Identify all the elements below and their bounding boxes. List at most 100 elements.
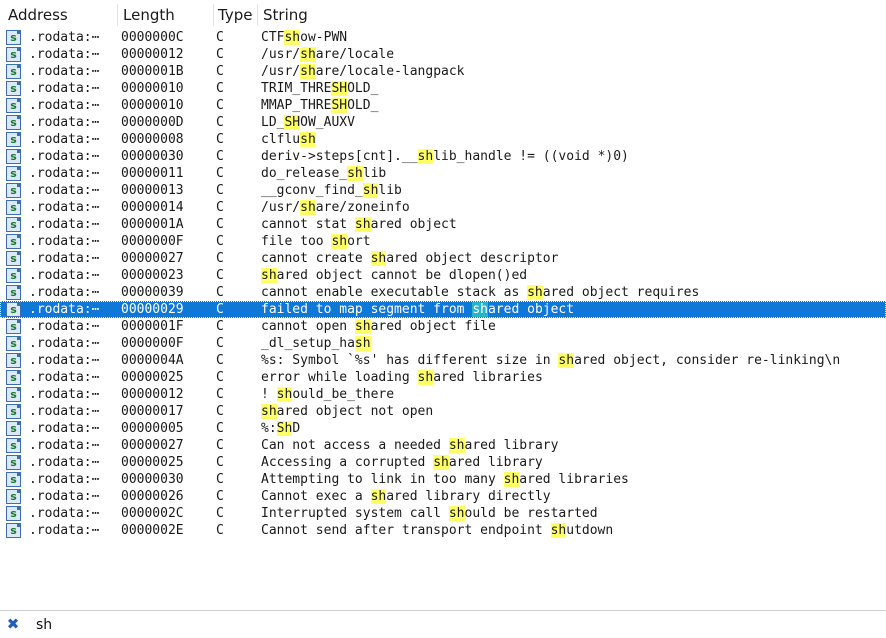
string-row[interactable]: s .rodata:⋯ 00000017 Cshared object not ope…: [0, 403, 886, 420]
string-row[interactable]: s .rodata:⋯ 00000012 C/usr/share/locale: [0, 46, 886, 63]
string-row[interactable]: s .rodata:⋯ 0000001A Ccannot stat shared ob…: [0, 216, 886, 233]
string-cell: MMAP_THRESHOLD_: [261, 98, 379, 113]
type-cell: C: [216, 370, 224, 385]
string-cell: cannot stat shared object: [261, 217, 457, 232]
column-divider[interactable]: [117, 4, 118, 26]
address-cell: .rodata:⋯: [29, 370, 100, 385]
string-s-icon: s: [6, 149, 21, 164]
search-match-highlight: sh: [370, 489, 387, 504]
close-icon[interactable]: ✖: [5, 615, 21, 633]
string-row[interactable]: s .rodata:⋯ 00000014 C/usr/share/zoneinfo: [0, 199, 886, 216]
string-cell: Accessing a corrupted shared library: [261, 455, 543, 470]
row-icon-cell: s: [6, 403, 24, 420]
string-cell: Attempting to link in too many shared li…: [261, 472, 629, 487]
string-cell: %:ShD: [261, 421, 301, 436]
string-s-icon: s: [6, 81, 21, 96]
search-match-highlight: sh: [261, 404, 277, 419]
search-match-highlight: sh: [503, 472, 520, 487]
string-row[interactable]: s .rodata:⋯ 0000000F C _dl_setup_hash: [0, 335, 886, 352]
string-row[interactable]: s .rodata:⋯ 00000008 Cclflush: [0, 131, 886, 148]
string-row[interactable]: s .rodata:⋯ 0000000C C CTFshow-PWN: [0, 29, 886, 46]
string-cell: failed to map segment from shared object: [261, 302, 575, 317]
string-row[interactable]: s .rodata:⋯ 0000001F Ccannot open shared ob…: [0, 318, 886, 335]
string-row[interactable]: s .rodata:⋯ 00000027 Ccannot create shared …: [0, 250, 886, 267]
search-match-highlight: sh: [331, 234, 348, 249]
string-row[interactable]: s .rodata:⋯ 0000000F Cfile too short: [0, 233, 886, 250]
address-cell: .rodata:⋯: [29, 166, 100, 181]
length-cell: 0000001B: [121, 64, 184, 79]
string-s-icon: s: [6, 217, 21, 232]
string-s-icon: s: [6, 183, 21, 198]
string-row[interactable]: s .rodata:⋯ 00000030 Cderiv->steps[cnt].__s…: [0, 148, 886, 165]
string-s-icon: s: [6, 302, 21, 317]
type-cell: C: [216, 30, 224, 45]
string-row[interactable]: s .rodata:⋯ 0000002E C Cannot send after tra…: [0, 522, 886, 539]
string-row[interactable]: s .rodata:⋯ 0000004A C %s: Symbol `%s' has d…: [0, 352, 886, 369]
row-icon-cell: s: [6, 301, 24, 318]
column-header-type[interactable]: Type: [218, 0, 258, 28]
string-cell: shared object cannot be dlopen()ed: [261, 268, 528, 283]
string-row[interactable]: s .rodata:⋯ 0000002C C Interrupted system ca…: [0, 505, 886, 522]
string-row[interactable]: s .rodata:⋯ 00000029 Cfailed to map segment…: [0, 301, 886, 318]
string-row[interactable]: s .rodata:⋯ 00000011 Cdo_release_shlib: [0, 165, 886, 182]
search-match-highlight: sh: [527, 285, 543, 300]
length-cell: 0000001A: [121, 217, 184, 232]
address-cell: .rodata:⋯: [29, 132, 100, 147]
length-cell: 0000000D: [121, 115, 184, 130]
type-cell: C: [216, 438, 224, 453]
search-match-highlight: sh: [300, 200, 316, 215]
search-match-highlight: sh: [354, 217, 371, 232]
length-cell: 00000039: [121, 285, 184, 300]
address-cell: .rodata:⋯: [29, 47, 100, 62]
column-divider[interactable]: [257, 4, 258, 26]
string-row[interactable]: s .rodata:⋯ 00000013 C __gconv_find_shlib: [0, 182, 886, 199]
string-row[interactable]: s .rodata:⋯ 00000025 Cerror while loading s…: [0, 369, 886, 386]
string-cell: ! should_be_there: [261, 387, 395, 402]
length-cell: 0000001F: [121, 319, 184, 334]
string-row[interactable]: s .rodata:⋯ 0000001B C/usr/share/locale-lan…: [0, 63, 886, 80]
type-cell: C: [216, 404, 224, 419]
string-s-icon: s: [6, 353, 21, 368]
search-match-highlight: sh: [300, 64, 316, 79]
string-row[interactable]: s .rodata:⋯ 00000027 C Can not access a need…: [0, 437, 886, 454]
string-cell: cannot create shared object descriptor: [261, 251, 559, 266]
string-cell: /usr/share/locale-langpack: [261, 64, 465, 79]
length-cell: 0000002C: [121, 506, 184, 521]
string-row[interactable]: s .rodata:⋯ 00000023 Cshared object cannot …: [0, 267, 886, 284]
string-cell: /usr/share/locale: [261, 47, 395, 62]
row-icon-cell: s: [6, 165, 24, 182]
search-match-highlight: sh: [276, 387, 293, 402]
string-cell: __gconv_find_shlib: [261, 183, 402, 198]
length-cell: 00000025: [121, 455, 184, 470]
length-cell: 00000013: [121, 183, 184, 198]
string-s-icon: s: [6, 438, 21, 453]
string-s-icon: s: [6, 115, 21, 130]
length-cell: 0000000F: [121, 234, 184, 249]
string-s-icon: s: [6, 30, 21, 45]
string-cell: file too short: [261, 234, 371, 249]
search-match-highlight: sh: [354, 319, 371, 334]
row-icon-cell: s: [6, 199, 24, 216]
address-cell: .rodata:⋯: [29, 472, 100, 487]
string-row[interactable]: s .rodata:⋯ 00000010 C MMAP_THRESHOLD_: [0, 97, 886, 114]
string-row[interactable]: s .rodata:⋯ 00000030 C Attempting to link in…: [0, 471, 886, 488]
column-header-length[interactable]: Length: [123, 0, 213, 28]
column-divider[interactable]: [213, 4, 214, 26]
string-s-icon: s: [6, 455, 21, 470]
column-header-string[interactable]: String: [263, 0, 463, 28]
search-text[interactable]: sh: [36, 615, 52, 635]
type-cell: C: [216, 149, 224, 164]
string-row[interactable]: s .rodata:⋯ 00000025 C Accessing a corrupted…: [0, 454, 886, 471]
string-row[interactable]: s .rodata:⋯ 00000039 Ccannot enable executa…: [0, 284, 886, 301]
length-cell: 00000008: [121, 132, 184, 147]
string-row[interactable]: s .rodata:⋯ 00000026 C Cannot exec a shared …: [0, 488, 886, 505]
string-row[interactable]: s .rodata:⋯ 00000010 C TRIM_THRESHOLD_: [0, 80, 886, 97]
search-match-highlight: SH: [331, 81, 348, 96]
column-header-address[interactable]: Address: [8, 0, 118, 28]
string-row[interactable]: s .rodata:⋯ 0000000D C LD_SHOW_AUXV: [0, 114, 886, 131]
row-icon-cell: s: [6, 420, 24, 437]
string-row[interactable]: s .rodata:⋯ 00000005 C %:ShD: [0, 420, 886, 437]
string-s-icon: s: [6, 370, 21, 385]
string-row[interactable]: s .rodata:⋯ 00000012 C ! should_be_there: [0, 386, 886, 403]
string-s-icon: s: [6, 64, 21, 79]
